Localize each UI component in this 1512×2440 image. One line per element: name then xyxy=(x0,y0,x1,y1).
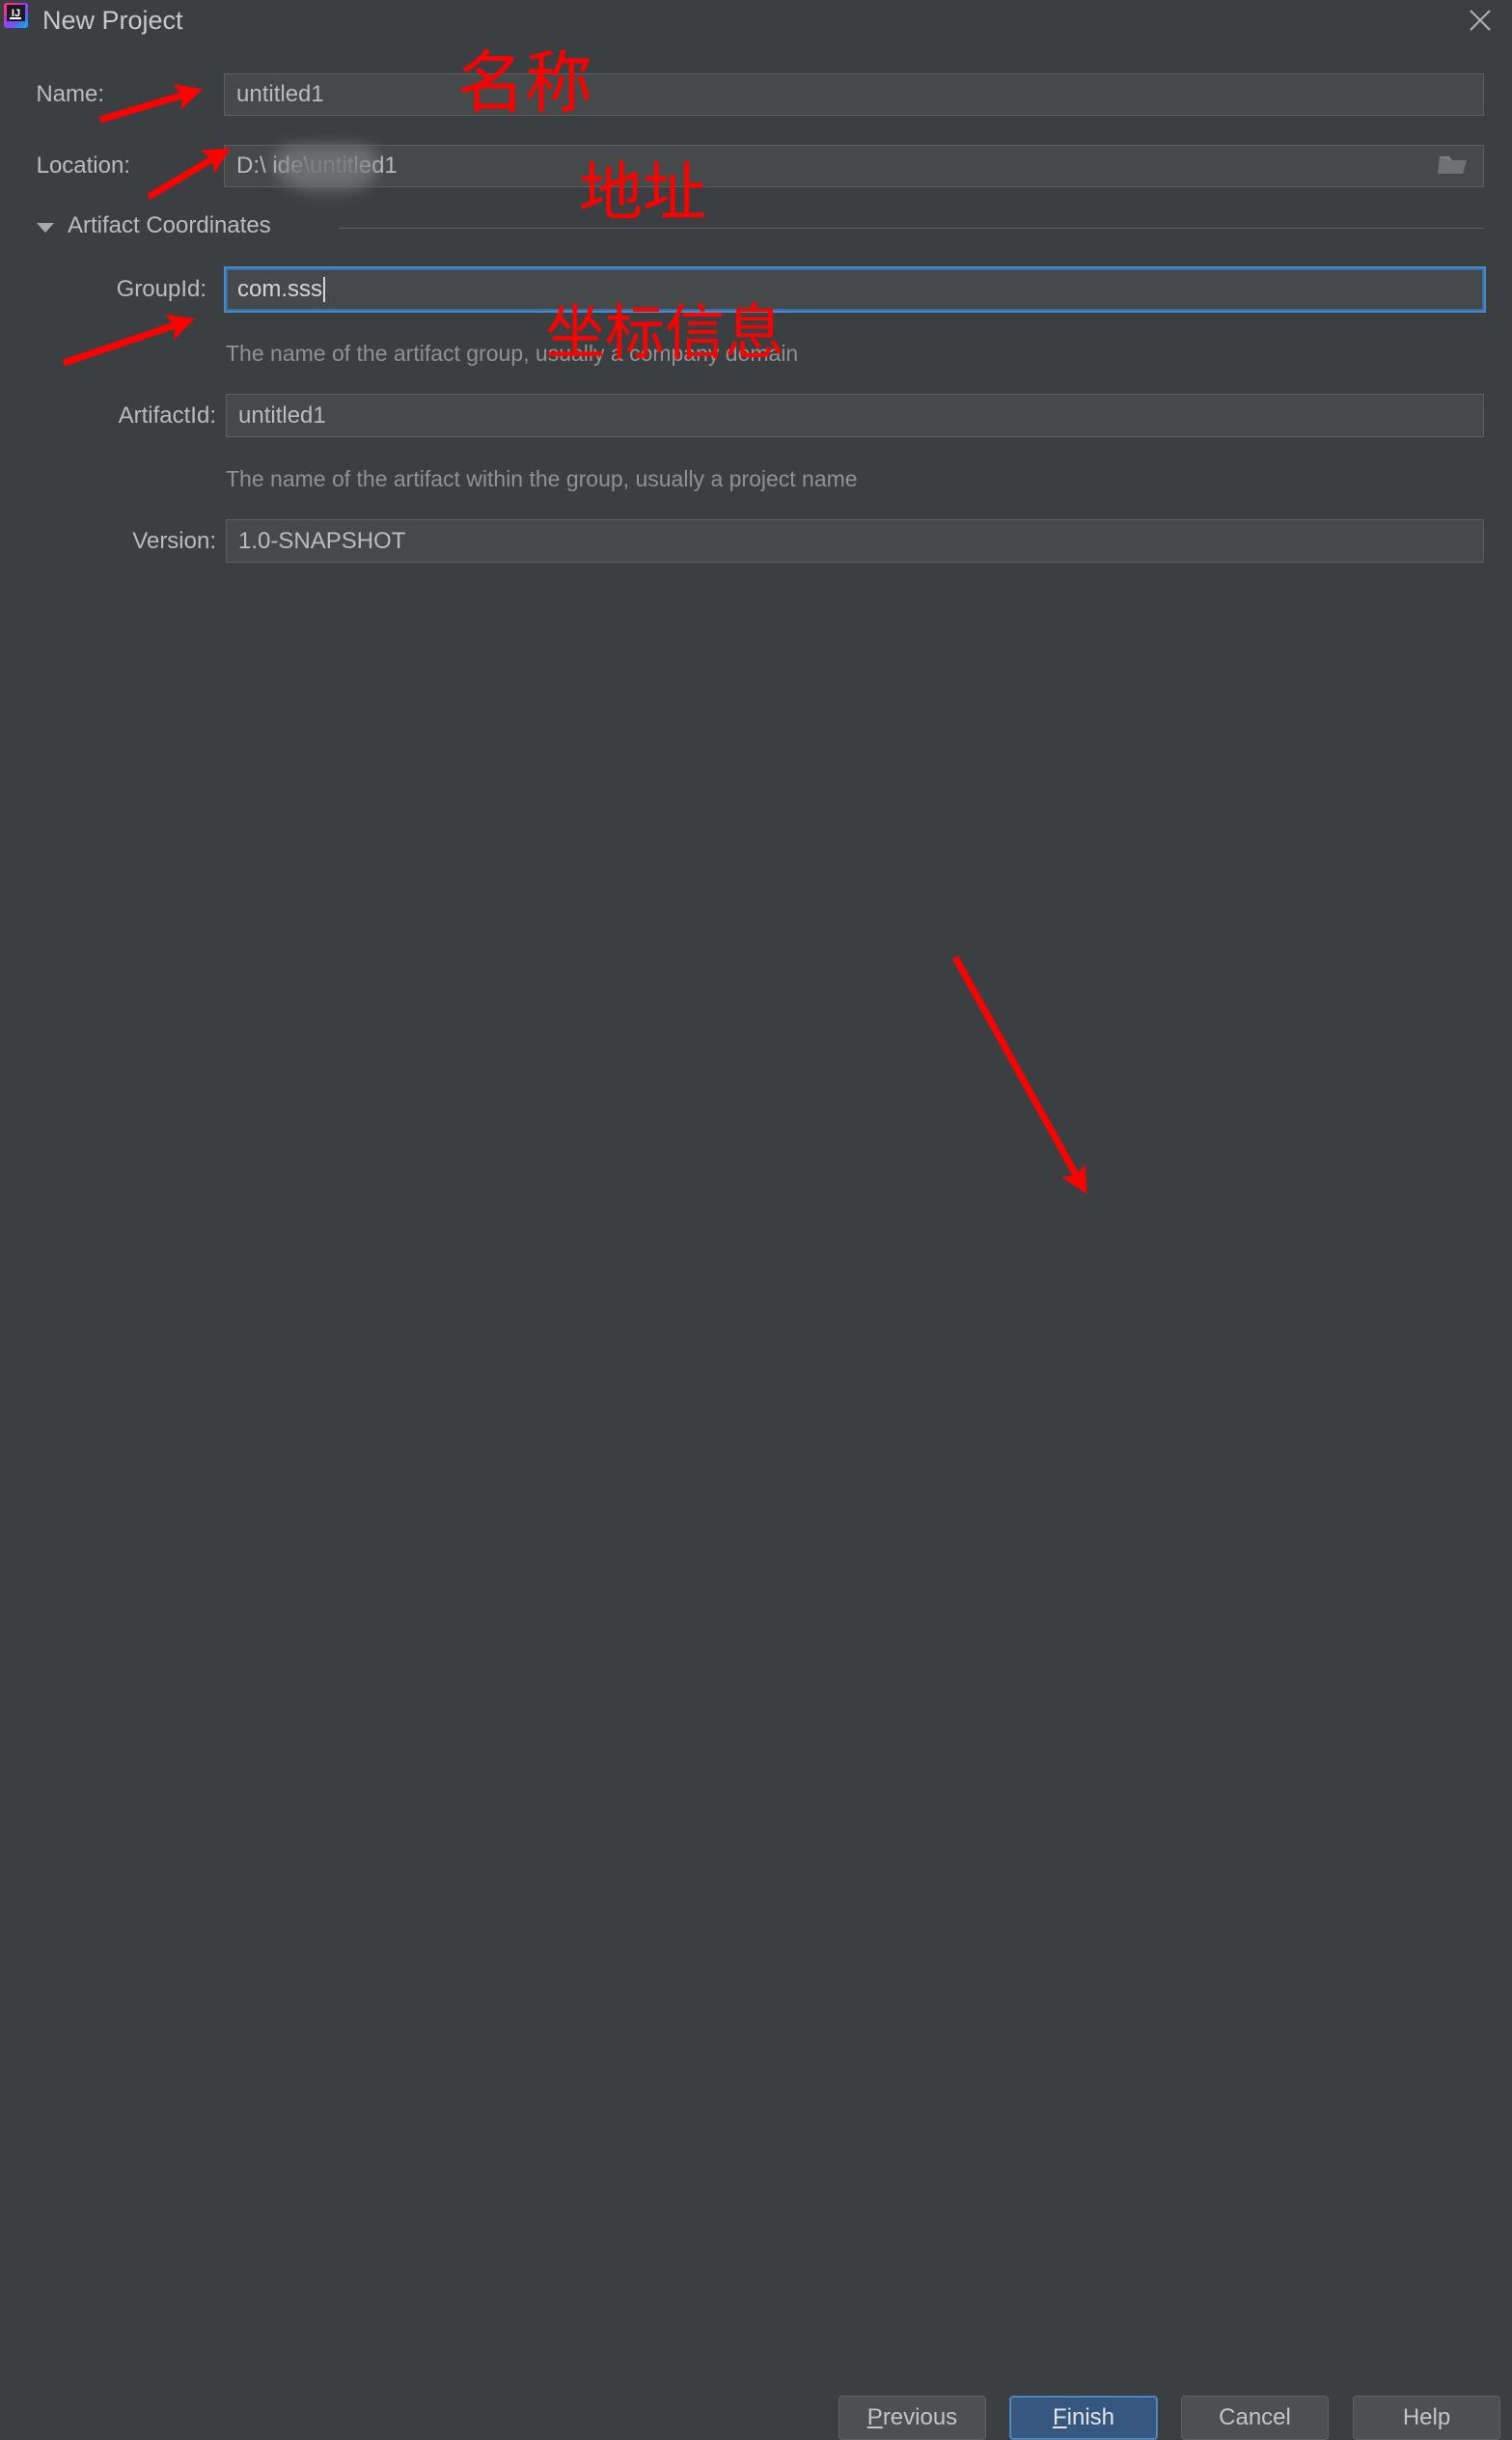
artifact-id-hint: The name of the artifact within the grou… xyxy=(226,466,858,491)
intellij-idea-icon: IJ xyxy=(4,3,28,28)
dialog-footer: Previous Finish Cancel Help xyxy=(0,1186,1512,2440)
annotation-arrow-location xyxy=(147,148,231,201)
annotation-label-name: 名称 xyxy=(457,43,592,123)
new-project-dialog: IJ New Project Name: untitled1 Location:… xyxy=(0,0,1512,2440)
annotation-label-coordinates: 坐标信息 xyxy=(545,297,785,368)
group-id-label: GroupId: xyxy=(116,276,206,302)
finish-button[interactable]: Finish xyxy=(1009,2396,1158,2440)
location-input[interactable]: D:\ ide\untitled1 xyxy=(224,145,1484,187)
cancel-button[interactable]: Cancel xyxy=(1181,2396,1329,2440)
finish-mnemonic: F xyxy=(1052,2404,1067,2430)
previous-button[interactable]: Previous xyxy=(838,2396,986,2440)
section-divider xyxy=(339,228,1484,229)
artifact-coordinates-label: Artifact Coordinates xyxy=(68,212,271,238)
close-icon xyxy=(1470,10,1491,31)
close-button[interactable] xyxy=(1456,0,1504,41)
artifact-id-input[interactable]: untitled1 xyxy=(226,394,1484,437)
previous-mnemonic: P xyxy=(866,2404,883,2430)
page-title: New Project xyxy=(42,6,183,35)
folder-icon xyxy=(1438,156,1467,174)
annotation-arrow-groupid xyxy=(62,314,195,367)
chevron-down-icon[interactable] xyxy=(37,223,54,233)
annotation-overlay xyxy=(62,83,1087,1195)
text-caret xyxy=(323,277,326,302)
name-label: Name: xyxy=(36,81,104,107)
annotation-arrow-finish xyxy=(951,956,1087,1195)
location-label: Location: xyxy=(36,152,130,179)
group-id-input[interactable]: com.sss xyxy=(224,266,1486,313)
name-input[interactable]: untitled1 xyxy=(224,73,1484,116)
version-label: Version: xyxy=(132,528,216,554)
artifact-id-label: ArtifactId: xyxy=(118,402,216,429)
annotation-arrow-name xyxy=(99,83,204,124)
dialog-titlebar: IJ New Project xyxy=(0,0,1512,41)
artifact-coordinates-section-header[interactable]: Artifact Coordinates xyxy=(37,212,1484,243)
group-id-value: com.sss xyxy=(237,276,323,302)
help-button[interactable]: Help xyxy=(1353,2396,1500,2440)
annotation-label-location: 地址 xyxy=(579,155,706,230)
browse-folder-button[interactable] xyxy=(1426,145,1480,183)
finish-label: inish xyxy=(1066,2404,1115,2430)
app-icon-underline xyxy=(10,17,21,19)
version-input[interactable]: 1.0-SNAPSHOT xyxy=(226,519,1484,563)
previous-label: revious xyxy=(882,2404,958,2430)
